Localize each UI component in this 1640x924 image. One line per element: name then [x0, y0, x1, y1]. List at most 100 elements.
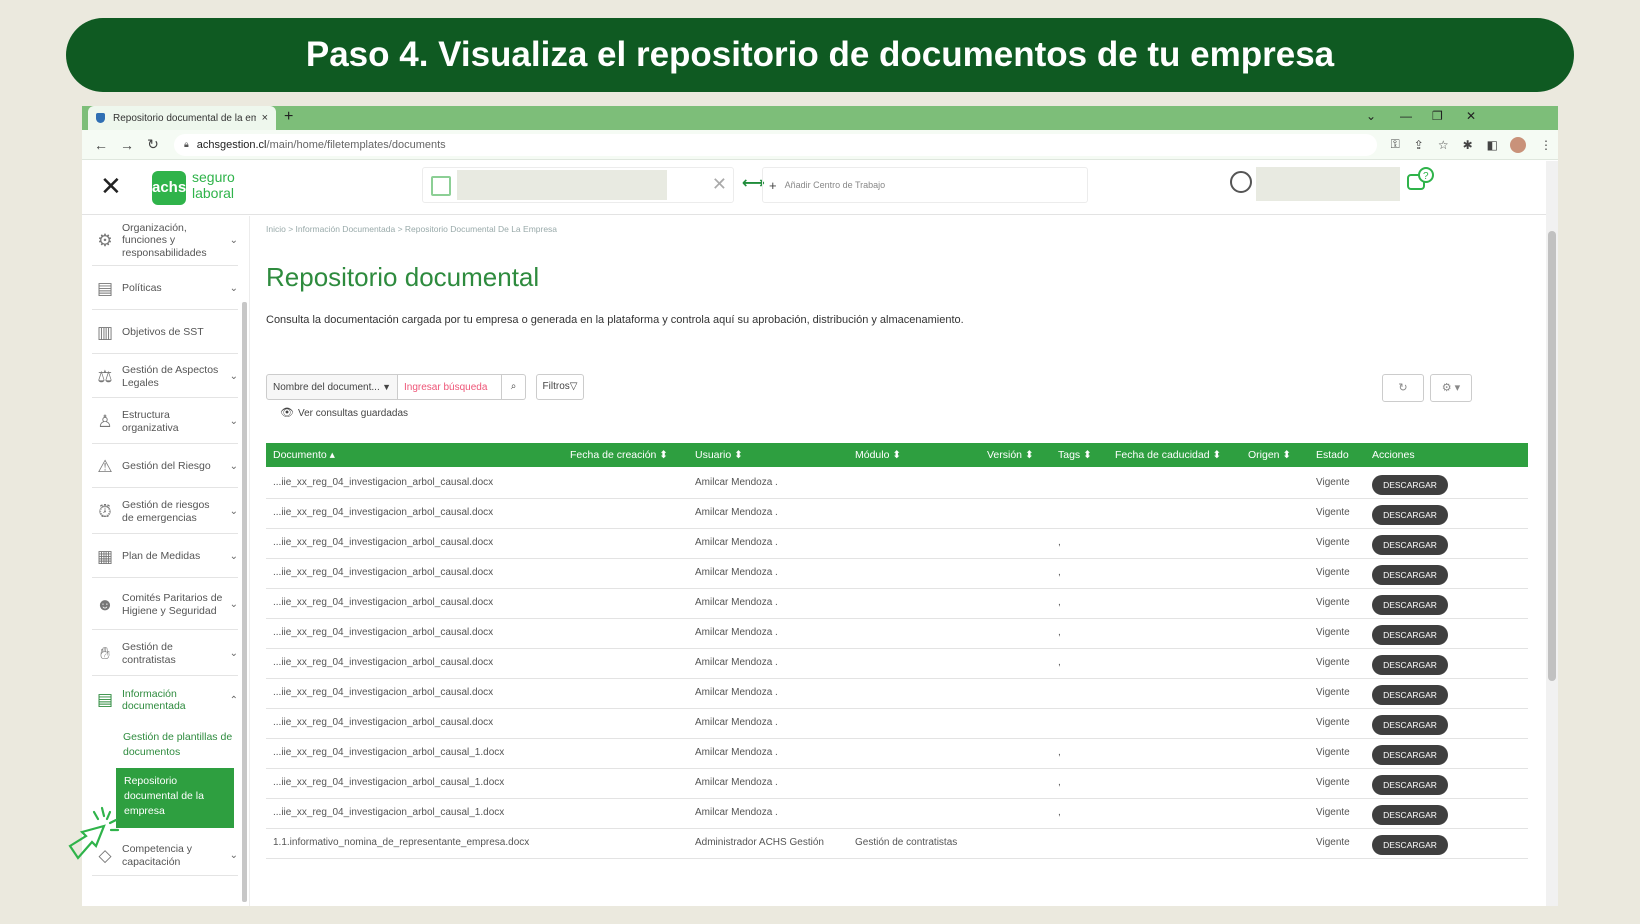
download-button[interactable]: DESCARGAR	[1372, 835, 1448, 855]
close-menu-icon[interactable]: ✕	[100, 171, 122, 202]
sidebar-item-plan-medidas[interactable]: ▦ Plan de Medidas ⌄	[92, 536, 238, 578]
download-button[interactable]: DESCARGAR	[1372, 805, 1448, 825]
sidebar-item-politicas[interactable]: ▤ Políticas ⌄	[92, 268, 238, 310]
td-tags: ,	[1058, 537, 1061, 548]
download-button[interactable]: DESCARGAR	[1372, 775, 1448, 795]
col-origen[interactable]: Origen ⬍	[1248, 443, 1291, 467]
page-scrollbar[interactable]	[1546, 161, 1558, 906]
close-window-button[interactable]: ✕	[1466, 109, 1476, 123]
chevron-down-icon: ⌄	[229, 416, 238, 427]
breadcrumb[interactable]: Inicio > Información Documentada > Repos…	[266, 224, 557, 234]
chevron-down-icon: ⌄	[229, 599, 238, 610]
table-row[interactable]: ...iie_xx_reg_04_investigacion_arbol_cau…	[266, 799, 1528, 829]
table-row[interactable]: ...iie_xx_reg_04_investigacion_arbol_cau…	[266, 679, 1528, 709]
sidepanel-icon[interactable]: ◧	[1487, 138, 1498, 152]
download-button[interactable]: DESCARGAR	[1372, 595, 1448, 615]
profile-avatar[interactable]	[1510, 136, 1526, 153]
sidebar-item-contratistas[interactable]: ✋︎ Gestión de contratistas ⌄	[92, 632, 238, 676]
restore-button[interactable]: ❐	[1432, 109, 1443, 123]
sidebar-item-estructura[interactable]: ♙ Estructura organizativa ⌄	[92, 400, 238, 444]
download-button[interactable]: DESCARGAR	[1372, 505, 1448, 525]
share-icon[interactable]: ⇪	[1414, 138, 1424, 152]
search-field-select[interactable]: Nombre del document... ▼	[266, 374, 398, 400]
td-documento: ...iie_xx_reg_04_investigacion_arbol_cau…	[273, 627, 494, 638]
download-button[interactable]: DESCARGAR	[1372, 475, 1448, 495]
table-row[interactable]: ...iie_xx_reg_04_investigacion_arbol_cau…	[266, 619, 1528, 649]
download-button[interactable]: DESCARGAR	[1372, 655, 1448, 675]
reload-icon[interactable]: ↻	[140, 136, 166, 153]
table-row[interactable]: ...iie_xx_reg_04_investigacion_arbol_cau…	[266, 649, 1528, 679]
minimize-button[interactable]: —	[1400, 109, 1412, 123]
user-icon[interactable]	[1230, 171, 1252, 193]
col-tags[interactable]: Tags ⬍	[1058, 443, 1092, 467]
td-estado: Vigente	[1316, 747, 1350, 758]
sidebar-subitem-repositorio[interactable]: Repositorio documental de la empresa	[116, 768, 234, 828]
tab-search-icon[interactable]: ⌄	[1366, 109, 1376, 123]
refresh-button[interactable]: ↻	[1382, 374, 1424, 402]
col-modulo[interactable]: Módulo ⬍	[855, 443, 901, 467]
sidebar-item-aspectos-legales[interactable]: ⚖︎ Gestión de Aspectos Legales ⌄	[92, 356, 238, 398]
help-chat-icon[interactable]: ?	[1406, 167, 1434, 197]
achs-logo: achs	[152, 171, 186, 205]
table-row[interactable]: ...iie_xx_reg_04_investigacion_arbol_cau…	[266, 469, 1528, 499]
browser-tab[interactable]: Repositorio documental de la em ×	[88, 106, 276, 130]
td-usuario: Amilcar Mendoza .	[695, 717, 778, 728]
download-button[interactable]: DESCARGAR	[1372, 565, 1448, 585]
sidebar-item-emergencias[interactable]: ⏰︎ Gestión de riesgos de emergencias ⌄	[92, 490, 238, 534]
table-row[interactable]: ...iie_xx_reg_04_investigacion_arbol_cau…	[266, 739, 1528, 769]
download-button[interactable]: DESCARGAR	[1372, 535, 1448, 555]
menu-dots-icon[interactable]: ⋮	[1540, 138, 1552, 152]
download-button[interactable]: DESCARGAR	[1372, 625, 1448, 645]
table-row[interactable]: ...iie_xx_reg_04_investigacion_arbol_cau…	[266, 529, 1528, 559]
col-usuario[interactable]: Usuario ⬍	[695, 443, 743, 467]
col-documento[interactable]: Documento ▴	[273, 443, 335, 467]
back-arrow-icon[interactable]: ←	[88, 137, 114, 153]
settings-dropdown-button[interactable]: ⚙︎ ▾	[1430, 374, 1472, 402]
download-button[interactable]: DESCARGAR	[1372, 715, 1448, 735]
sidebar-scrollbar[interactable]	[242, 302, 247, 902]
search-icon[interactable]: ⌕	[502, 374, 526, 400]
document-icon: ▤	[96, 690, 114, 709]
star-icon[interactable]: ☆	[1438, 138, 1449, 152]
policy-icon: ▤	[96, 278, 114, 298]
forward-arrow-icon[interactable]: →	[114, 137, 140, 153]
company-selector[interactable]: ✕	[422, 167, 734, 203]
chevron-down-icon: ⌄	[229, 506, 238, 517]
key-icon[interactable]: ⚿	[1391, 137, 1400, 152]
building-icon	[431, 176, 451, 196]
sidebar-item-organizacion[interactable]: ⚙︎ Organización, funciones y responsabil…	[92, 216, 238, 266]
sidebar-item-riesgo[interactable]: ⚠︎ Gestión del Riesgo ⌄	[92, 446, 238, 488]
filters-button[interactable]: Filtros▽	[536, 374, 584, 400]
col-fecha-caducidad[interactable]: Fecha de caducidad ⬍	[1115, 443, 1221, 467]
table-row[interactable]: 1.1.informativo_nomina_de_representante_…	[266, 829, 1528, 859]
table-row[interactable]: ...iie_xx_reg_04_investigacion_arbol_cau…	[266, 769, 1528, 799]
table-row[interactable]: ...iie_xx_reg_04_investigacion_arbol_cau…	[266, 559, 1528, 589]
sidebar-subitem-plantillas[interactable]: Gestión de plantillas de documentos	[123, 730, 233, 760]
sidebar-item-comites[interactable]: ☻ Comités Paritarios de Higiene y Seguri…	[92, 580, 238, 630]
clear-company-icon[interactable]: ✕	[712, 174, 727, 195]
sidebar-item-label: Estructura organizativa	[122, 409, 179, 434]
shield-favicon-icon	[96, 113, 105, 123]
add-work-center-field[interactable]: + Añadir Centro de Trabajo	[762, 167, 1088, 203]
page-scrollbar-thumb[interactable]	[1548, 231, 1556, 681]
col-fecha-creacion[interactable]: Fecha de creación ⬍	[570, 443, 668, 467]
main-content: Inicio > Información Documentada > Repos…	[266, 216, 1546, 906]
saved-queries-link[interactable]: 👁︎ Ver consultas guardadas	[280, 406, 408, 419]
sidebar-item-informacion[interactable]: ▤ Información documentada ⌃	[92, 678, 238, 722]
sidebar-item-objetivos[interactable]: ▥ Objetivos de SST	[92, 312, 238, 354]
td-usuario: Amilcar Mendoza .	[695, 507, 778, 518]
td-documento: ...iie_xx_reg_04_investigacion_arbol_cau…	[273, 687, 494, 698]
search-input[interactable]: Ingresar búsqueda	[398, 374, 502, 400]
org-icon: ⚙︎	[97, 230, 113, 250]
tab-bar: Repositorio documental de la em × + ⌄ — …	[82, 106, 1558, 130]
new-tab-button[interactable]: +	[284, 108, 293, 126]
url-field[interactable]: 🔒︎ achsgestion.cl/main/home/filetemplate…	[174, 133, 1377, 156]
download-button[interactable]: DESCARGAR	[1372, 745, 1448, 765]
extensions-icon[interactable]: ✱	[1463, 138, 1473, 152]
col-version[interactable]: Versión ⬍	[987, 443, 1034, 467]
table-row[interactable]: ...iie_xx_reg_04_investigacion_arbol_cau…	[266, 709, 1528, 739]
table-row[interactable]: ...iie_xx_reg_04_investigacion_arbol_cau…	[266, 589, 1528, 619]
table-row[interactable]: ...iie_xx_reg_04_investigacion_arbol_cau…	[266, 499, 1528, 529]
download-button[interactable]: DESCARGAR	[1372, 685, 1448, 705]
tab-close-icon[interactable]: ×	[262, 112, 268, 124]
